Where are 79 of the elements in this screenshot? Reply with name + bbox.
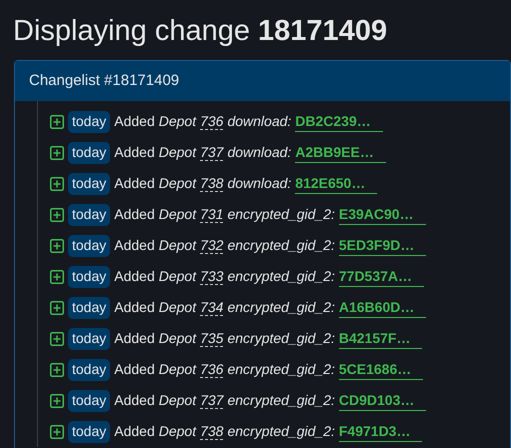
time-badge: today [68,234,110,256]
time-badge: today [68,420,110,442]
hash-value[interactable]: A2BB9EE… [295,142,386,163]
hash-value[interactable]: B42157F… [338,328,422,349]
action-label: Added [114,391,155,410]
action-label: Added [114,174,155,193]
depot-id[interactable]: 737 [200,144,224,161]
plus-icon[interactable] [50,394,64,408]
object-label: Depot [158,298,196,317]
object-label: Depot [158,236,196,255]
time-badge: today [68,142,110,164]
panel-title: Changelist #18171409 [29,70,180,91]
depot-id[interactable]: 737 [200,392,224,409]
depot-id[interactable]: 738 [200,423,224,440]
hash-value[interactable]: 5ED3F9D… [338,235,426,256]
key-label: encrypted_gid_2: [227,236,335,255]
plus-icon[interactable] [50,208,64,222]
object-label: Depot [158,360,196,379]
action-label: Added [114,360,155,379]
object-label: Depot [158,329,196,348]
action-label: Added [114,205,155,224]
key-label: encrypted_gid_2: [227,360,335,379]
hash-value[interactable]: E39AC90… [338,204,426,225]
plus-icon[interactable] [50,146,64,160]
object-label: Depot [158,205,196,224]
time-badge: today [68,172,110,194]
depot-id[interactable]: 735 [200,330,224,347]
plus-icon[interactable] [50,300,64,314]
plus-icon[interactable] [50,238,64,252]
depot-id[interactable]: 738 [200,175,224,192]
plus-icon[interactable] [50,114,64,128]
plus-icon[interactable] [50,424,64,438]
key-label: encrypted_gid_2: [227,391,335,410]
page-title: Displaying change 18171409 [12,14,388,49]
action-label: Added [114,329,155,348]
object-label: Depot [158,267,196,286]
action-label: Added [114,143,155,162]
key-label: download: [227,174,292,193]
plus-icon[interactable] [50,362,64,376]
action-label: Added [114,422,155,441]
plus-icon[interactable] [50,176,64,190]
object-label: Depot [158,112,196,131]
action-label: Added [114,236,155,255]
hash-value[interactable]: F4971D3… [338,421,422,442]
time-badge: today [68,266,110,288]
time-badge: today [68,390,110,412]
plus-icon[interactable] [50,270,64,284]
key-label: download: [227,112,292,131]
plus-icon[interactable] [50,332,64,346]
key-label: download: [227,143,292,162]
action-label: Added [114,298,155,317]
depot-id[interactable]: 733 [200,268,224,285]
depot-id[interactable]: 736 [200,361,224,378]
object-label: Depot [158,143,196,162]
depot-id[interactable]: 734 [200,299,224,316]
action-label: Added [114,267,155,286]
time-badge: today [68,358,110,380]
depot-id[interactable]: 731 [200,206,224,223]
time-badge: today [68,204,110,226]
object-label: Depot [158,422,196,441]
time-badge: today [68,110,110,132]
key-label: encrypted_gid_2: [227,298,335,317]
depot-id[interactable]: 732 [200,237,224,254]
key-label: encrypted_gid_2: [227,205,335,224]
object-label: Depot [158,391,196,410]
object-label: Depot [158,174,196,193]
key-label: encrypted_gid_2: [227,267,335,286]
time-badge: today [68,328,110,350]
hash-value[interactable]: DB2C239… [295,111,383,132]
action-label: Added [114,112,155,131]
time-badge: today [68,296,110,318]
hash-value[interactable]: CD9D103… [338,390,426,411]
key-label: encrypted_gid_2: [227,422,335,441]
depot-id[interactable]: 736 [200,113,224,130]
key-label: encrypted_gid_2: [227,329,335,348]
hash-value[interactable]: 77D537A… [338,266,424,287]
hash-value[interactable]: 5CE1686… [338,359,424,380]
hash-value[interactable]: 812E650… [295,173,378,194]
hash-value[interactable]: A16B60D… [338,297,426,318]
